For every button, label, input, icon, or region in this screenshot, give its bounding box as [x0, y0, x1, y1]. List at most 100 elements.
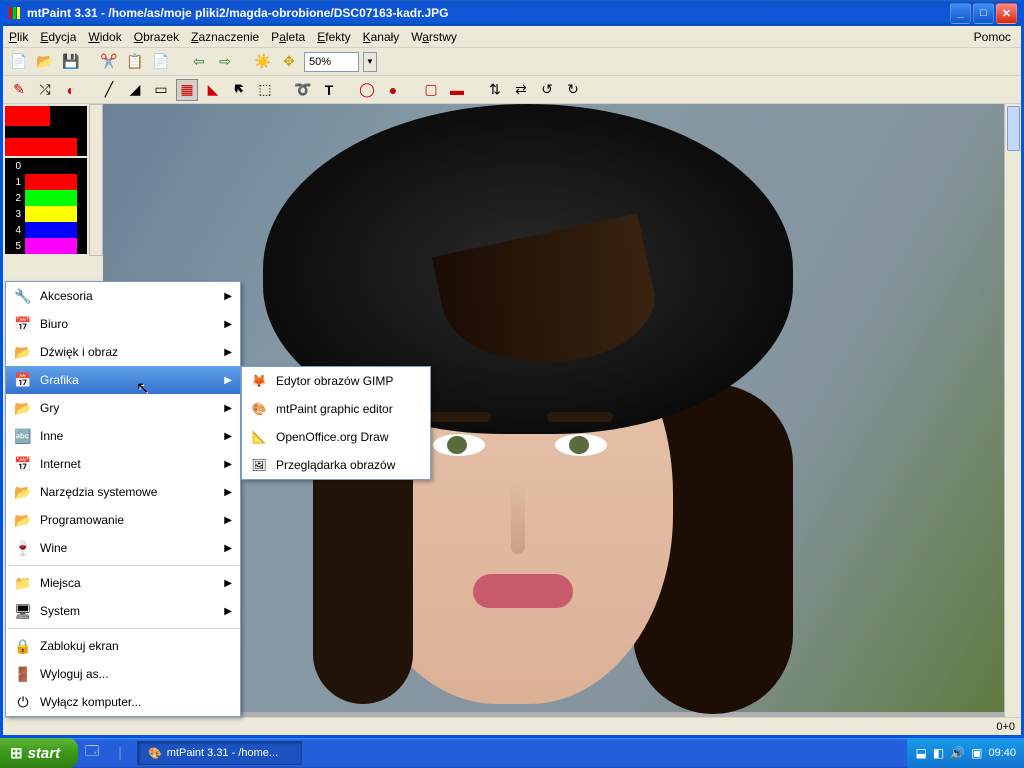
menu-edycja[interactable]: Edycja [40, 30, 76, 44]
ellipse-tool-icon[interactable]: ◯ [356, 79, 378, 101]
tray-volume-icon[interactable]: 🔊 [950, 746, 965, 760]
startmenu-item-7[interactable]: 📂Narzędzia systemowe▶ [6, 478, 240, 506]
menu-item-icon: 🔒 [14, 637, 32, 655]
menu-item-icon: 📁 [14, 574, 32, 592]
menu-item-icon: 📂 [14, 483, 32, 501]
menu-obrazek[interactable]: Obrazek [134, 30, 179, 44]
start-button[interactable]: ⊞ start [0, 738, 78, 768]
pan-icon[interactable]: ✥ [278, 51, 300, 73]
canvas-scrollbar-v[interactable] [1004, 104, 1021, 717]
titlebar[interactable]: mtPaint 3.31 - /home/as/moje pliki2/magd… [3, 0, 1021, 26]
color-swatch[interactable] [5, 106, 87, 156]
flip-h-icon[interactable]: ⇄ [510, 79, 532, 101]
floodfill-tool-icon[interactable]: ◐ [60, 79, 82, 101]
brightness-icon[interactable]: ☀️ [252, 51, 274, 73]
taskbar-item-mtpaint[interactable]: 🎨 mtPaint 3.31 - /home... [137, 741, 302, 765]
startmenu-item-9[interactable]: 🍷Wine▶ [6, 534, 240, 562]
start-label: start [28, 745, 61, 762]
submenu-arrow-icon: ▶ [224, 515, 232, 526]
palette-row[interactable]: 2 [5, 190, 87, 206]
submenu-item-0[interactable]: 🦊Edytor obrazów GIMP [242, 367, 430, 395]
menu-kanaly[interactable]: Kanały [363, 30, 400, 44]
tray-icon[interactable]: ▣ [971, 746, 982, 760]
submenu-item-icon: 🦊 [250, 372, 268, 390]
palette-scrollbar[interactable] [89, 104, 103, 256]
tray-icon[interactable]: ◧ [933, 746, 944, 760]
zoom-dropdown-icon[interactable]: ▼ [363, 52, 377, 72]
startmenu-item-2[interactable]: 📂Dźwięk i obraz▶ [6, 338, 240, 366]
flip-v-icon[interactable]: ⇅ [484, 79, 506, 101]
menu-item-label: Dźwięk i obraz [40, 345, 118, 359]
palette-row[interactable]: 3 [5, 206, 87, 222]
startmenu-places-0[interactable]: 📁Miejsca▶ [6, 569, 240, 597]
rotate-ccw-icon[interactable]: ↺ [536, 79, 558, 101]
palette-row[interactable]: 1 [5, 174, 87, 190]
systray[interactable]: ⬓ ◧ 🔊 ▣ 09:40 [907, 738, 1024, 768]
menu-pomoc[interactable]: Pomoc [974, 30, 1011, 44]
startmenu-item-3[interactable]: 📅Grafika▶ [6, 366, 240, 394]
smudge-tool-icon[interactable]: ◢ [124, 79, 146, 101]
new-file-icon[interactable]: 📄 [8, 51, 30, 73]
fill-ellipse-icon[interactable]: ● [382, 79, 404, 101]
picker-tool-icon[interactable]: ⬚ [254, 79, 276, 101]
submenu-item-1[interactable]: 🎨mtPaint graphic editor [242, 395, 430, 423]
maximize-button[interactable]: □ [973, 3, 994, 24]
menu-efekty[interactable]: Efekty [317, 30, 350, 44]
copy-icon[interactable]: 📋 [124, 51, 146, 73]
menu-item-icon: 📂 [14, 511, 32, 529]
menu-plik[interactable]: Plik [9, 30, 28, 44]
menu-item-icon: 🚪 [14, 665, 32, 683]
undo-icon[interactable]: ⇦ [188, 51, 210, 73]
startmenu-item-6[interactable]: 📅Internet▶ [6, 450, 240, 478]
menu-zaznaczenie[interactable]: Zaznaczenie [191, 30, 259, 44]
shuffle-tool-icon[interactable]: ⤮ [34, 79, 56, 101]
rotate-cw-icon[interactable]: ↻ [562, 79, 584, 101]
submenu-arrow-icon: ▶ [224, 606, 232, 617]
startmenu-item-0[interactable]: 🔧Akcesoria▶ [6, 282, 240, 310]
text-tool-icon[interactable]: T [318, 79, 340, 101]
status-coords: 0+0 [996, 721, 1015, 733]
open-file-icon[interactable]: 📂 [34, 51, 56, 73]
menu-warstwy[interactable]: Warstwy [411, 30, 457, 44]
clone-tool-icon[interactable]: ▭ [150, 79, 172, 101]
line-tool-icon[interactable]: ╱ [98, 79, 120, 101]
redo-icon[interactable]: ⇨ [214, 51, 236, 73]
menu-item-label: Internet [40, 457, 81, 471]
fill-rect-icon[interactable]: ▬ [446, 79, 468, 101]
palette-row[interactable]: 0 [5, 158, 87, 174]
startmenu-session-0[interactable]: 🔒Zablokuj ekran [6, 632, 240, 660]
menu-item-icon: 🔤 [14, 427, 32, 445]
minimize-button[interactable]: _ [950, 3, 971, 24]
startmenu-item-1[interactable]: 📅Biuro▶ [6, 310, 240, 338]
palette-row[interactable]: 4 [5, 222, 87, 238]
quicklaunch-show-desktop-icon[interactable]: 🗔 [80, 741, 104, 765]
menu-paleta[interactable]: Paleta [271, 30, 305, 44]
startmenu-item-4[interactable]: 📂Gry▶ [6, 394, 240, 422]
tray-clock[interactable]: 09:40 [988, 747, 1016, 759]
save-file-icon[interactable]: 💾 [60, 51, 82, 73]
select-tool-icon[interactable]: ▦ [176, 79, 198, 101]
outline-rect-icon[interactable]: ▢ [420, 79, 442, 101]
submenu-item-2[interactable]: 📐OpenOffice.org Draw [242, 423, 430, 451]
submenu-item-3[interactable]: 🖼Przeglądarka obrazów [242, 451, 430, 479]
startmenu-item-5[interactable]: 🔤Inne▶ [6, 422, 240, 450]
paint-tool-icon[interactable]: ✎ [8, 79, 30, 101]
zoom-input[interactable]: 50% [304, 52, 359, 72]
menu-widok[interactable]: Widok [88, 30, 121, 44]
menu-item-icon: 🔧 [14, 287, 32, 305]
app-icon [7, 5, 23, 21]
close-button[interactable]: ✕ [996, 3, 1017, 24]
startmenu-session-1[interactable]: 🚪Wyloguj as... [6, 660, 240, 688]
startmenu-places-1[interactable]: 🖥System▶ [6, 597, 240, 625]
tray-icon[interactable]: ⬓ [915, 746, 926, 760]
menu-item-label: Miejsca [40, 576, 81, 590]
gradient-tool-icon[interactable]: 🢄 [228, 79, 250, 101]
palette-list[interactable]: 012345 [5, 158, 87, 254]
startmenu-item-8[interactable]: 📂Programowanie▶ [6, 506, 240, 534]
startmenu-session-2[interactable]: ⏻Wyłącz komputer... [6, 688, 240, 716]
palette-row[interactable]: 5 [5, 238, 87, 254]
paste-icon[interactable]: 📄 [150, 51, 172, 73]
polygon-tool-icon[interactable]: ◣ [202, 79, 224, 101]
lasso-tool-icon[interactable]: ➰ [292, 79, 314, 101]
cut-icon[interactable]: ✂️ [98, 51, 120, 73]
